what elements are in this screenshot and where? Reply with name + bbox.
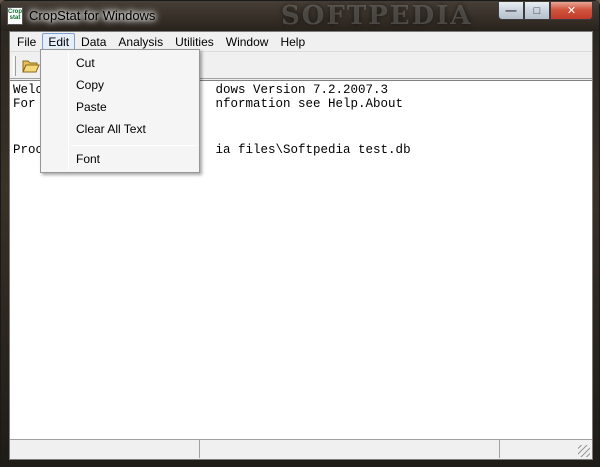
menu-data[interactable]: Data [75, 33, 112, 51]
status-bar [10, 439, 592, 459]
cropstat-app-icon[interactable]: Crop stat [7, 7, 23, 25]
close-icon: ✕ [566, 5, 577, 17]
menu-item-clear-all-text[interactable]: Clear All Text [43, 119, 197, 139]
minimize-icon: — [505, 4, 517, 17]
menu-window[interactable]: Window [220, 33, 275, 51]
menu-file[interactable]: File [11, 33, 42, 51]
menu-item-cut[interactable]: Cut [43, 53, 197, 73]
edit-menu-dropdown: Cut Copy Paste Clear All Text Font [40, 49, 200, 173]
minimize-button[interactable]: — [498, 2, 524, 20]
resize-grip-icon[interactable] [578, 445, 590, 457]
menu-item-copy[interactable]: Copy [43, 75, 197, 95]
maximize-icon: □ [533, 4, 541, 17]
title-bar[interactable]: SOFTPEDIA Crop stat CropStat for Windows … [1, 1, 599, 31]
toolbar-grip[interactable] [13, 56, 16, 76]
menu-item-font[interactable]: Font [43, 149, 197, 169]
window-title: CropStat for Windows [29, 8, 156, 23]
status-panel [10, 440, 200, 458]
status-panel [200, 440, 500, 458]
menu-edit[interactable]: Edit [42, 32, 76, 51]
menu-help[interactable]: Help [274, 33, 311, 51]
close-button[interactable]: ✕ [550, 2, 593, 20]
menu-item-paste[interactable]: Paste [43, 97, 197, 117]
menu-utilities[interactable]: Utilities [169, 33, 220, 51]
open-file-button[interactable] [20, 56, 42, 76]
folder-open-icon [22, 60, 40, 73]
watermark-text: SOFTPEDIA [281, 1, 473, 31]
menu-analysis[interactable]: Analysis [112, 33, 169, 51]
maximize-button[interactable]: □ [524, 2, 550, 20]
menu-separator [71, 145, 197, 146]
